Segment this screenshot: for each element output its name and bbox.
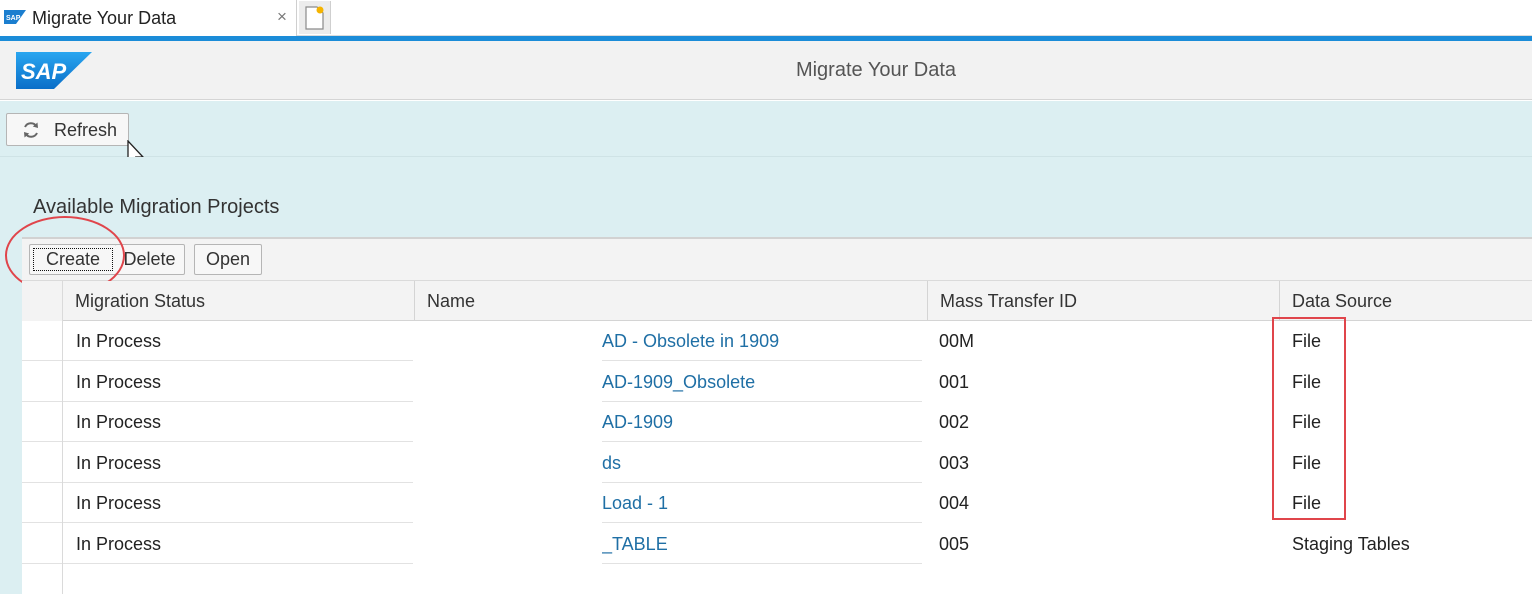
- data-source-cell: File: [1292, 372, 1322, 392]
- status-cell: In Process: [62, 362, 413, 402]
- table-row[interactable]: In Process _TABLE 005 Staging Tables: [22, 524, 1532, 564]
- status-cell: In Process: [62, 321, 413, 361]
- row-selector[interactable]: [22, 443, 62, 483]
- page-toolbar: Refresh: [0, 101, 1532, 157]
- data-source-cell: File: [1292, 331, 1322, 351]
- row-selector[interactable]: [22, 321, 62, 361]
- sap-favicon-icon: SAP: [4, 10, 26, 24]
- row-selector[interactable]: [22, 362, 62, 402]
- row-selector[interactable]: [22, 402, 62, 442]
- mass-transfer-id-cell: 005: [939, 534, 970, 554]
- projects-panel-header: Available Migration Projects: [0, 157, 1532, 237]
- data-source-cell: Staging Tables: [1292, 534, 1410, 554]
- delete-label: Delete: [123, 249, 176, 269]
- table-header: Migration Status Name Mass Transfer ID D…: [22, 281, 1532, 321]
- column-header-status[interactable]: Migration Status: [62, 281, 414, 321]
- focus-outline: [33, 248, 113, 271]
- app-title: Migrate Your Data: [795, 59, 957, 81]
- refresh-label: Refresh: [54, 120, 118, 140]
- refresh-button[interactable]: Refresh: [6, 113, 129, 146]
- table-toolbar: Create Delete Open: [22, 237, 1532, 281]
- row-selector[interactable]: [22, 524, 62, 564]
- migration-projects-table: Migration Status Name Mass Transfer ID D…: [22, 281, 1532, 594]
- table-row[interactable]: In Process AD-1909 002 File: [22, 402, 1532, 442]
- mass-transfer-id-cell: 003: [939, 453, 970, 473]
- mass-transfer-id-cell: 002: [939, 412, 970, 432]
- project-name-link[interactable]: _TABLE: [602, 524, 922, 564]
- create-button[interactable]: Create: [29, 244, 117, 275]
- project-name-link[interactable]: Load - 1: [602, 483, 922, 523]
- open-button[interactable]: Open: [194, 244, 262, 275]
- mass-transfer-id-cell: 004: [939, 493, 970, 513]
- new-tab-icon: [305, 6, 324, 30]
- status-cell: In Process: [62, 402, 413, 442]
- data-source-cell: File: [1292, 493, 1322, 513]
- refresh-icon: [24, 122, 38, 138]
- status-cell: In Process: [62, 443, 413, 483]
- browser-tab-strip: SAP Migrate Your Data ×: [0, 0, 1532, 36]
- project-name-link[interactable]: AD-1909: [602, 402, 922, 442]
- project-name-link[interactable]: AD - Obsolete in 1909: [602, 321, 922, 361]
- table-row[interactable]: In Process AD - Obsolete in 1909 00M Fil…: [22, 321, 1532, 361]
- column-header-data-source[interactable]: Data Source: [1279, 281, 1532, 321]
- column-header-mass-transfer-id[interactable]: Mass Transfer ID: [927, 281, 1279, 321]
- shell-header: SAP Migrate Your Data: [0, 41, 1532, 100]
- panel-title: Available Migration Projects: [33, 196, 280, 218]
- status-cell: In Process: [62, 483, 413, 523]
- project-name-link[interactable]: ds: [602, 443, 922, 483]
- svg-text:SAP: SAP: [6, 15, 21, 22]
- selector-column-divider: [62, 281, 63, 594]
- browser-tab-title: Migrate Your Data: [32, 8, 177, 28]
- data-source-cell: File: [1292, 453, 1322, 473]
- status-cell: In Process: [62, 524, 413, 564]
- tab-close-icon[interactable]: ×: [277, 7, 287, 27]
- open-label: Open: [205, 249, 251, 269]
- select-all-cell[interactable]: [22, 281, 62, 321]
- mass-transfer-id-cell: 001: [939, 372, 970, 392]
- row-selector[interactable]: [22, 483, 62, 523]
- table-row[interactable]: In Process Load - 1 004 File: [22, 483, 1532, 523]
- panel-left-strip: [0, 237, 22, 594]
- mass-transfer-id-cell: 00M: [939, 331, 975, 351]
- column-header-name[interactable]: Name: [414, 281, 927, 321]
- browser-tab[interactable]: SAP Migrate Your Data ×: [0, 0, 297, 36]
- table-row[interactable]: In Process ds 003 File: [22, 443, 1532, 483]
- project-name-link[interactable]: AD-1909_Obsolete: [602, 362, 922, 402]
- delete-button[interactable]: Delete: [115, 244, 185, 275]
- data-source-cell: File: [1292, 412, 1322, 432]
- table-row[interactable]: In Process AD-1909_Obsolete 001 File: [22, 362, 1532, 402]
- new-tab-button[interactable]: [299, 1, 331, 34]
